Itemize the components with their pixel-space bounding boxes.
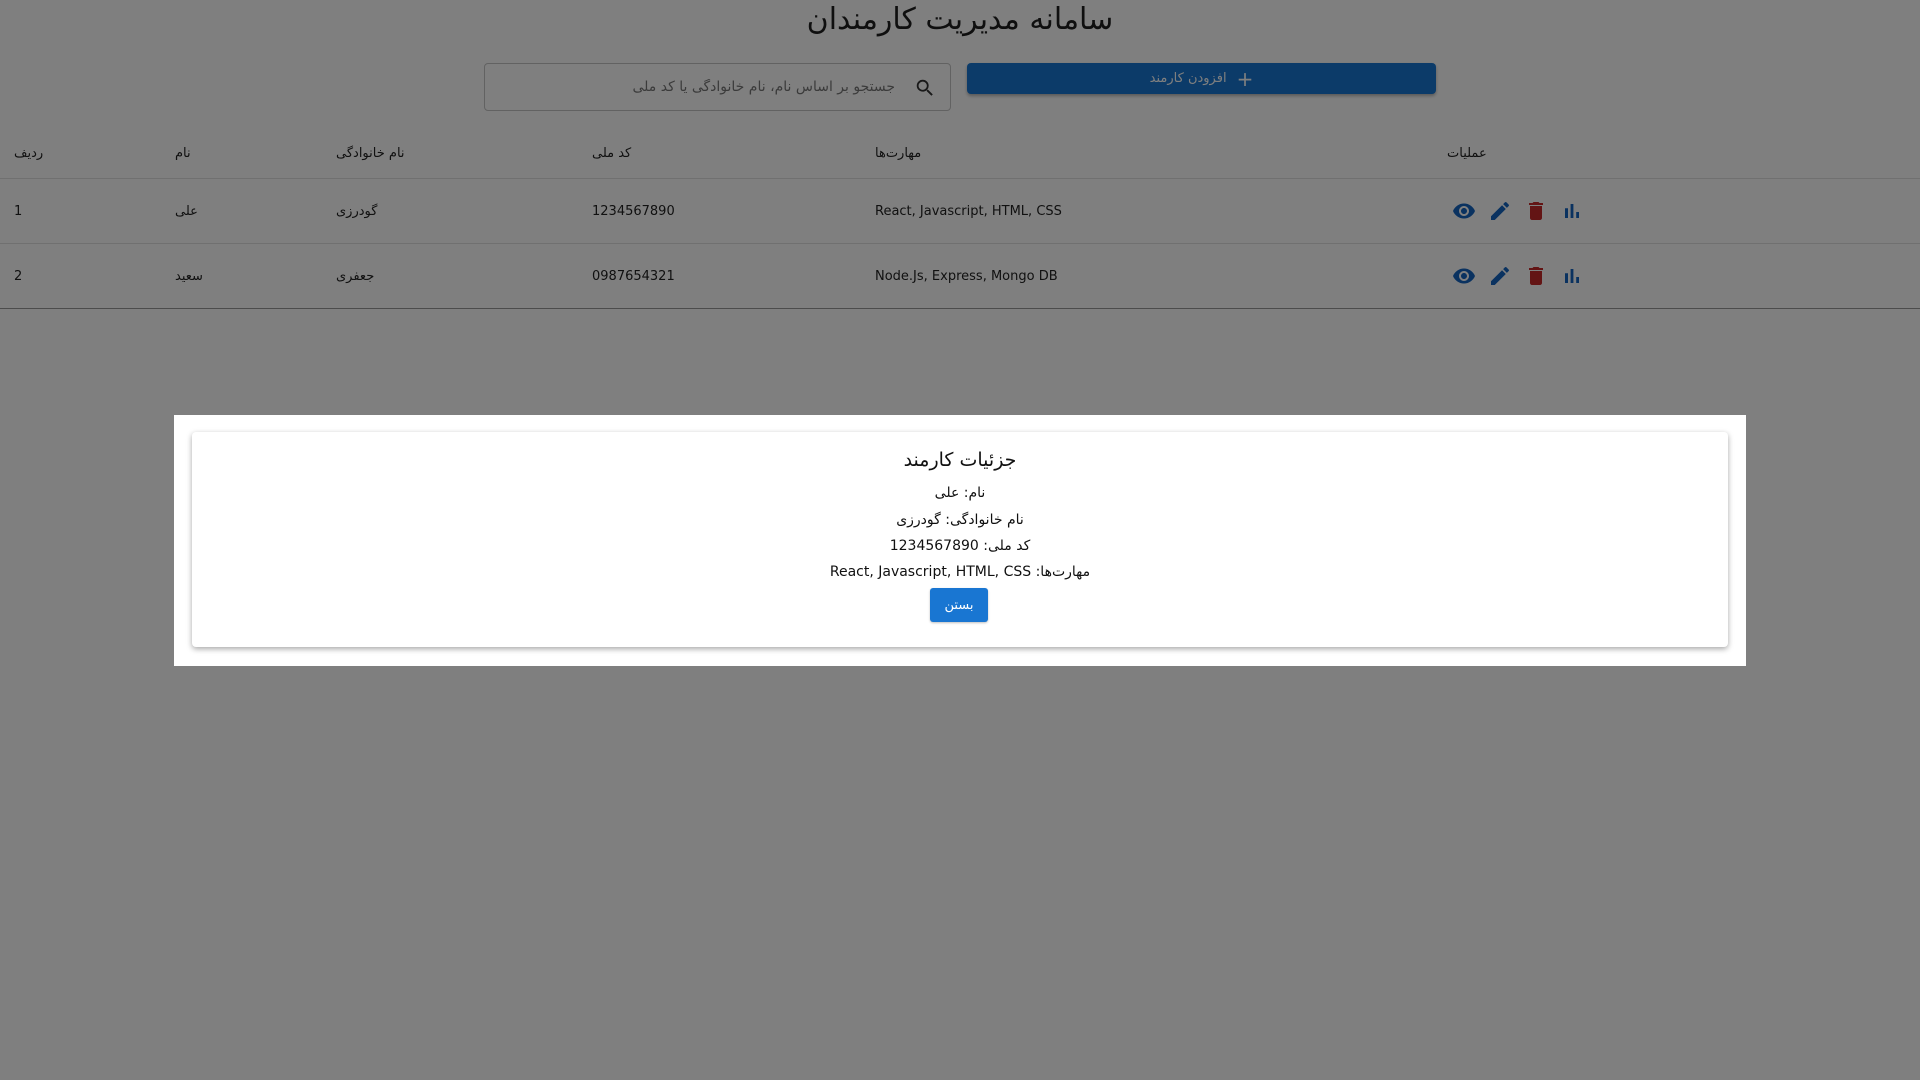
close-button[interactable]: بستن [930,588,988,622]
detail-name: نام: علی [934,485,986,501]
dialog-title: جزئیات کارمند [903,449,1017,471]
modal-frame: جزئیات کارمند نام: علی نام خانوادگی: گود… [174,415,1746,666]
employee-details-dialog: جزئیات کارمند نام: علی نام خانوادگی: گود… [192,432,1728,647]
detail-code: کد ملی: 1234567890 [889,538,1031,554]
detail-skills: مهارت‌ها: React, Javascript, HTML, CSS [829,564,1091,580]
modal-overlay[interactable]: جزئیات کارمند نام: علی نام خانوادگی: گود… [0,0,1920,1080]
detail-family: نام خانوادگی: گودرزی [896,512,1024,528]
